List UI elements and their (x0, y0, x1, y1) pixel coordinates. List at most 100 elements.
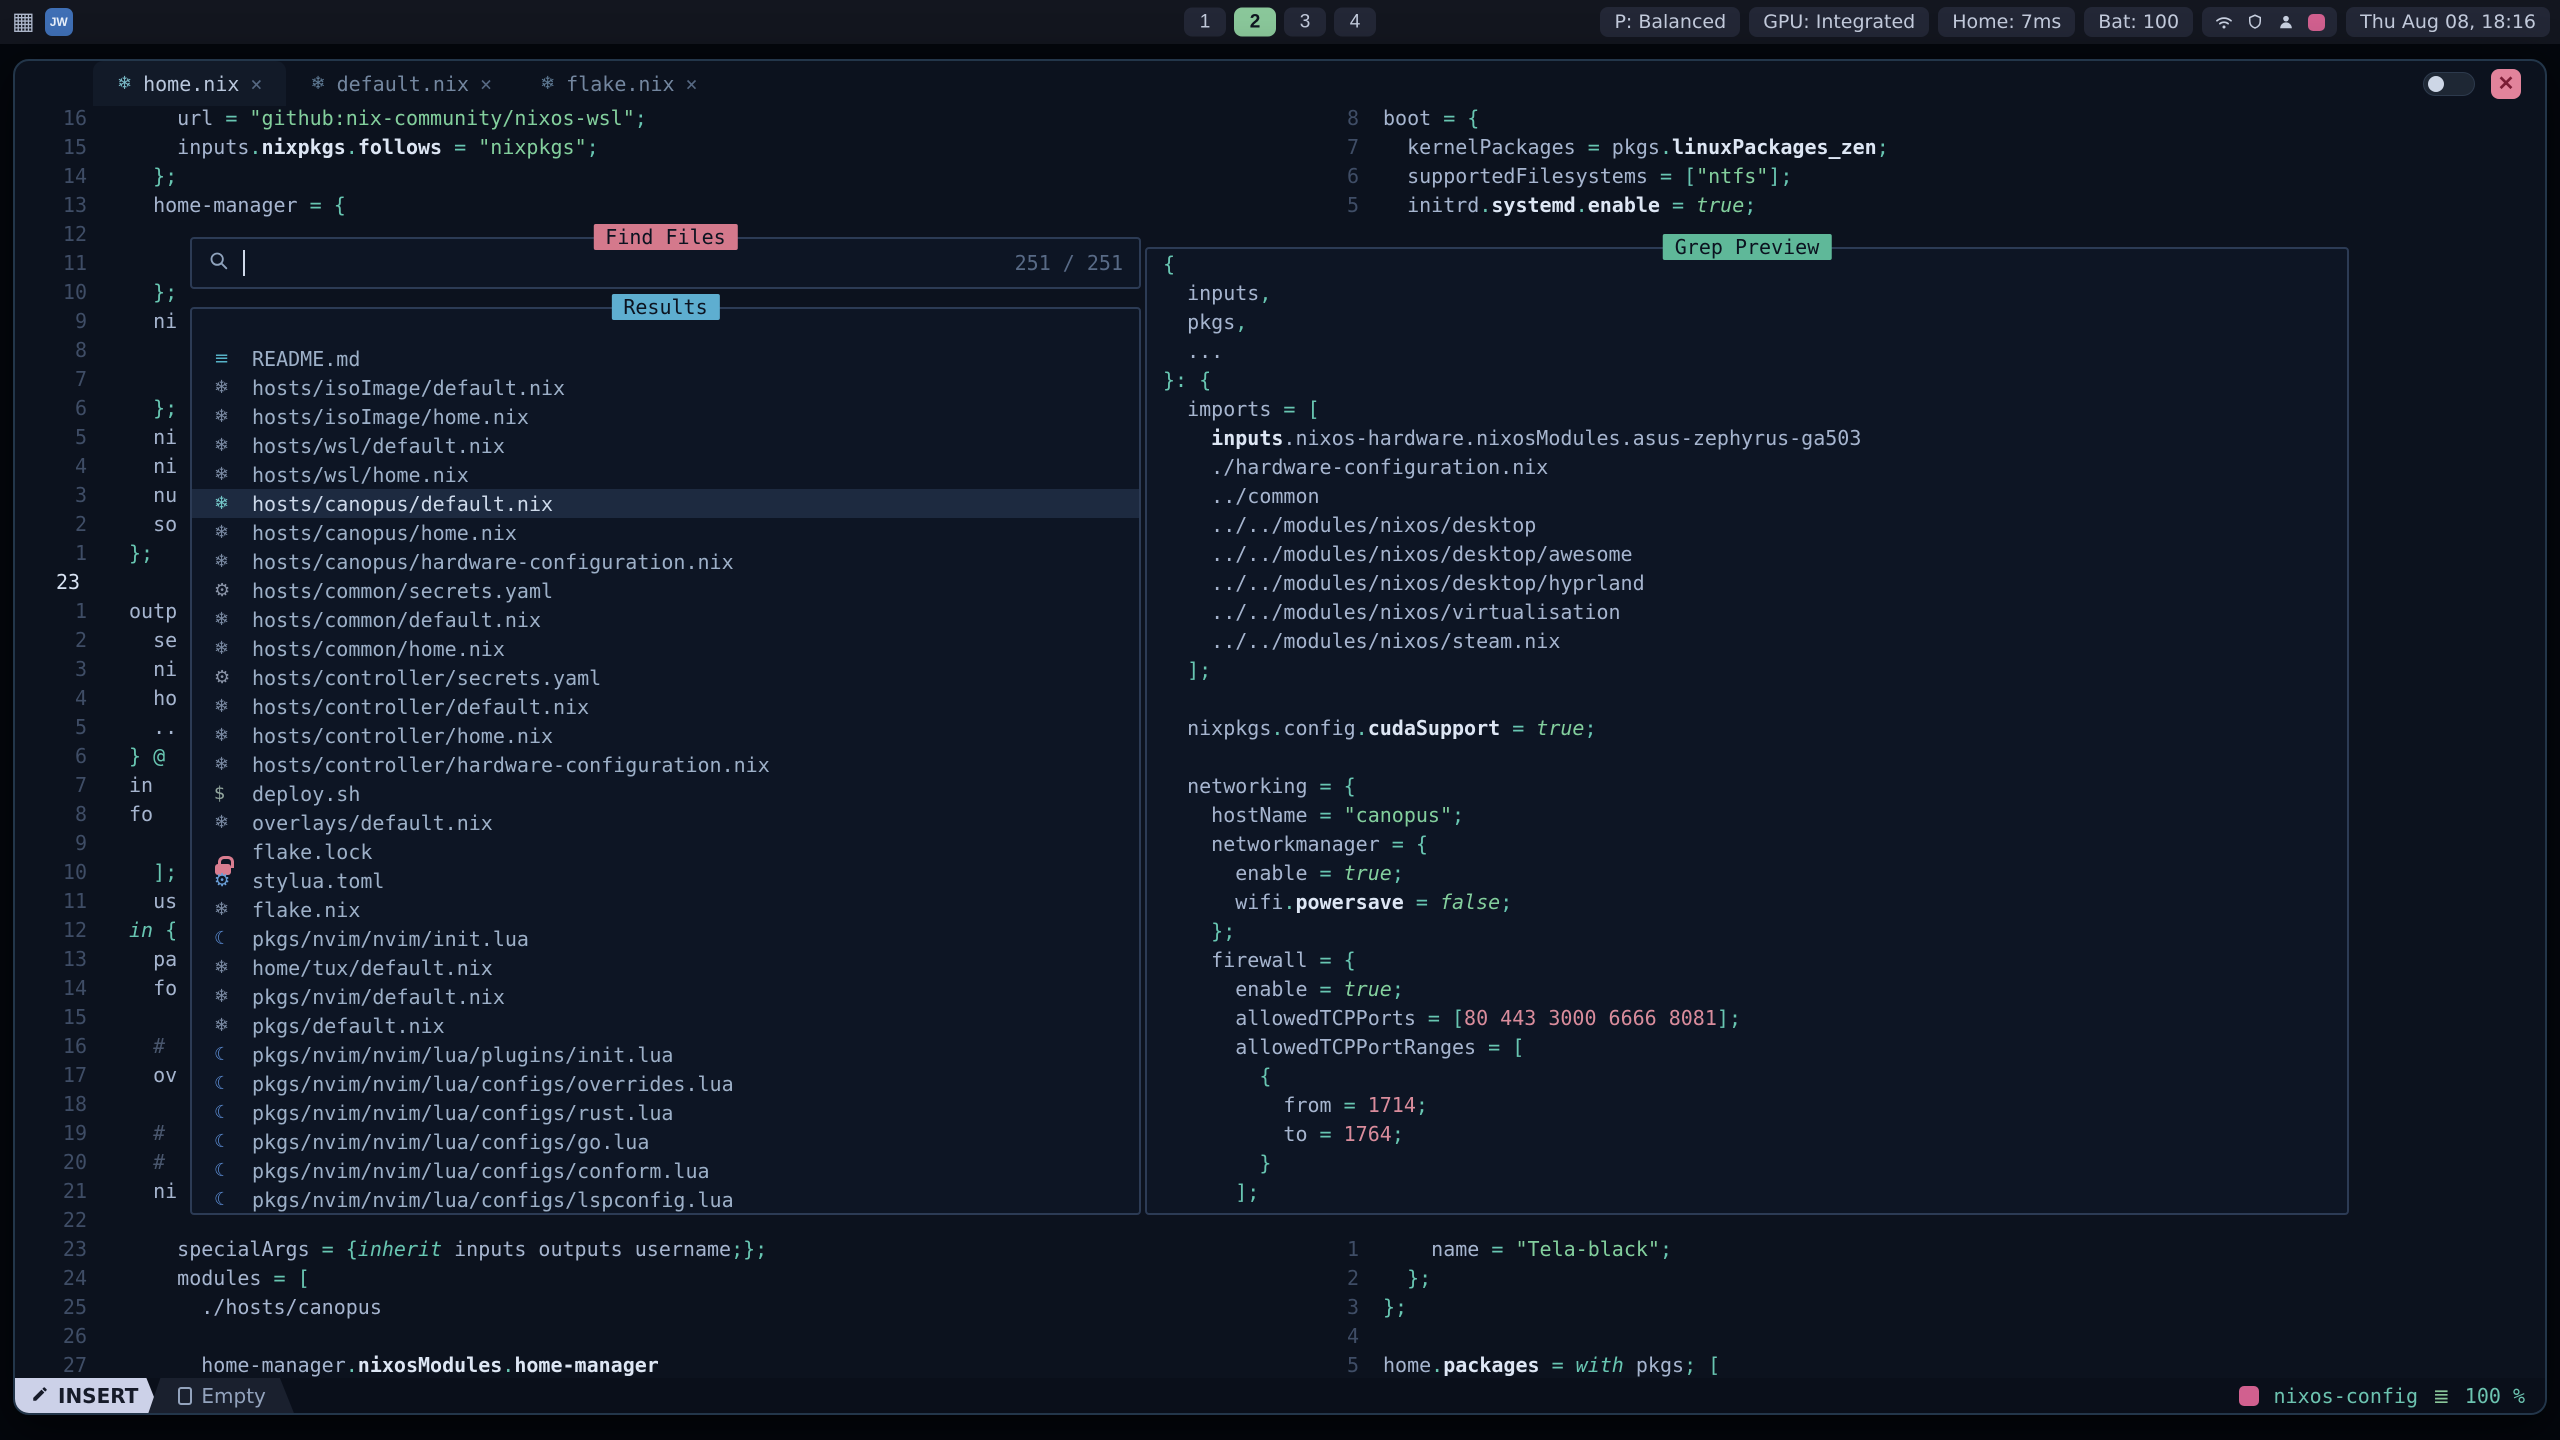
md-file-icon: ≡ (214, 348, 252, 369)
code-line: inputs.nixos-hardware.nixosModules.asus-… (1163, 426, 2347, 455)
code-line: 14 }; (15, 164, 1260, 193)
tab-close-icon[interactable]: × (250, 72, 262, 96)
file-result-row[interactable]: ❄flake.nix (192, 895, 1139, 924)
tab-close-icon[interactable]: × (686, 72, 698, 96)
line-number: 22 (15, 1208, 115, 1237)
file-result-row[interactable]: ❄hosts/canopus/default.nix (192, 489, 1139, 518)
file-name: hosts/wsl/home.nix (252, 463, 469, 487)
file-indicator: Empty (148, 1378, 294, 1413)
line-number: 2 (1255, 1266, 1359, 1295)
file-result-row[interactable]: ❄hosts/common/default.nix (192, 605, 1139, 634)
file-result-row[interactable]: ☾pkgs/nvim/nvim/init.lua (192, 924, 1139, 953)
file-result-row[interactable]: ☾pkgs/nvim/nvim/lua/configs/overrides.lu… (192, 1069, 1139, 1098)
wifi-icon[interactable] (2214, 12, 2234, 32)
lua-file-icon: ☾ (214, 1189, 252, 1210)
right-editor-pane-top[interactable]: 8boot = {7 kernelPackages = pkgs.linuxPa… (1255, 106, 2545, 222)
result-count: 251 / 251 (1015, 251, 1123, 275)
line-number: 1 (15, 541, 115, 570)
file-result-row[interactable]: ⚙stylua.toml (192, 866, 1139, 895)
tab-home-nix[interactable]: ❄ home.nix × (93, 61, 286, 106)
file-result-row[interactable]: ❄hosts/controller/hardware-configuration… (192, 750, 1139, 779)
file-result-row[interactable]: ❄hosts/controller/default.nix (192, 692, 1139, 721)
results-title-badge: Results (611, 294, 719, 320)
line-number: 11 (15, 889, 115, 918)
search-icon (208, 250, 230, 276)
file-result-row[interactable]: $deploy.sh (192, 779, 1139, 808)
workspace-button-4[interactable]: 4 (1334, 8, 1376, 37)
code-line: to = 1764; (1163, 1122, 2347, 1151)
find-files-prompt[interactable]: Find Files 251 / 251 (190, 237, 1141, 289)
file-name: pkgs/nvim/nvim/lua/configs/lspconfig.lua (252, 1188, 734, 1212)
line-number: 4 (1255, 1324, 1359, 1353)
apps-grid-icon: ▦ (12, 8, 35, 35)
user-icon[interactable] (2276, 12, 2296, 32)
file-result-row[interactable]: ⚙hosts/common/secrets.yaml (192, 576, 1139, 605)
code-line: enable = true; (1163, 861, 2347, 890)
tab-close-icon[interactable]: × (480, 72, 492, 96)
window-toggle[interactable] (2423, 72, 2475, 96)
file-result-row[interactable]: ❄hosts/isoImage/default.nix (192, 373, 1139, 402)
file-name: hosts/wsl/default.nix (252, 434, 505, 458)
code-line: ../../modules/nixos/steam.nix (1163, 629, 2347, 658)
file-name: pkgs/default.nix (252, 1014, 445, 1038)
file-name: hosts/common/secrets.yaml (252, 579, 553, 603)
workspace-button-2[interactable]: 2 (1234, 8, 1276, 37)
nix-file-icon: ❄ (214, 609, 252, 630)
repo-icon (2239, 1386, 2259, 1406)
lua-file-icon: ☾ (214, 1073, 252, 1094)
file-result-row[interactable]: ❄hosts/isoImage/home.nix (192, 402, 1139, 431)
file-result-row[interactable]: ❄hosts/controller/home.nix (192, 721, 1139, 750)
code-line: 4 (1255, 1324, 2545, 1353)
file-name: pkgs/nvim/nvim/lua/configs/go.lua (252, 1130, 649, 1154)
file-result-row[interactable]: ☾pkgs/nvim/nvim/lua/plugins/init.lua (192, 1040, 1139, 1069)
code-line: ./hardware-configuration.nix (1163, 455, 2347, 484)
nix-file-icon: ❄ (214, 464, 252, 485)
file-name: hosts/isoImage/home.nix (252, 405, 529, 429)
shield-icon[interactable] (2246, 12, 2264, 32)
workspace-button-1[interactable]: 1 (1184, 8, 1226, 37)
file-result-row[interactable]: ❄hosts/wsl/default.nix (192, 431, 1139, 460)
repo-name: nixos-config (2274, 1384, 2419, 1408)
window-close-button[interactable]: ✕ (2491, 69, 2521, 99)
file-name: pkgs/nvim/nvim/lua/configs/conform.lua (252, 1159, 710, 1183)
file-name: deploy.sh (252, 782, 360, 806)
editor-area[interactable]: 16 url = "github:nix-community/nixos-wsl… (15, 106, 2545, 1378)
line-number: 15 (15, 135, 115, 164)
file-result-row[interactable]: ❄home/tux/default.nix (192, 953, 1139, 982)
sh-file-icon: $ (214, 783, 252, 804)
workspace-button-3[interactable]: 3 (1284, 8, 1326, 37)
line-number: 4 (15, 686, 115, 715)
ping-module: Home: 7ms (1938, 7, 2075, 37)
file-result-row[interactable]: ❄pkgs/default.nix (192, 1011, 1139, 1040)
file-result-row[interactable]: ❄hosts/wsl/home.nix (192, 460, 1139, 489)
app-badge-button[interactable]: JW (45, 8, 73, 36)
file-result-row[interactable]: ☾pkgs/nvim/nvim/lua/configs/conform.lua (192, 1156, 1139, 1185)
file-result-row[interactable]: ≡README.md (192, 344, 1139, 373)
file-name: README.md (252, 347, 360, 371)
file-result-row[interactable]: ❄hosts/canopus/home.nix (192, 518, 1139, 547)
line-number: 1 (15, 599, 115, 628)
code-line: 2 }; (1255, 1266, 2545, 1295)
tab-flake-nix[interactable]: ❄ flake.nix × (516, 61, 722, 106)
file-search-input[interactable] (258, 251, 268, 275)
theme-accent-icon[interactable] (2308, 14, 2325, 31)
file-result-row[interactable]: ☾pkgs/nvim/nvim/lua/configs/lspconfig.lu… (192, 1185, 1139, 1214)
file-result-row[interactable]: ❄overlays/default.nix (192, 808, 1139, 837)
app-launcher-button[interactable]: ▦ (12, 10, 35, 34)
line-number: 8 (15, 338, 115, 367)
tab-default-nix[interactable]: ❄ default.nix × (286, 61, 516, 106)
file-name: hosts/controller/secrets.yaml (252, 666, 601, 690)
file-result-row[interactable]: ☾pkgs/nvim/nvim/lua/configs/rust.lua (192, 1098, 1139, 1127)
file-result-row[interactable]: ❄hosts/canopus/hardware-configuration.ni… (192, 547, 1139, 576)
right-editor-pane-bottom[interactable]: 1 name = "Tela-black";2 };3};45home.pack… (1255, 1237, 2545, 1382)
file-result-row[interactable]: ⚙hosts/controller/secrets.yaml (192, 663, 1139, 692)
topbar-left: ▦ JW (0, 8, 73, 36)
file-result-row[interactable]: ❄pkgs/nvim/default.nix (192, 982, 1139, 1011)
line-number: 16 (15, 1034, 115, 1063)
file-result-row[interactable]: flake.lock (192, 837, 1139, 866)
preview-code: { inputs, pkgs, ...}: { imports = [ inpu… (1147, 249, 2347, 1209)
toml-file-icon: ⚙ (214, 870, 252, 891)
line-number: 16 (15, 106, 115, 135)
file-result-row[interactable]: ❄hosts/common/home.nix (192, 634, 1139, 663)
file-result-row[interactable]: ☾pkgs/nvim/nvim/lua/configs/go.lua (192, 1127, 1139, 1156)
